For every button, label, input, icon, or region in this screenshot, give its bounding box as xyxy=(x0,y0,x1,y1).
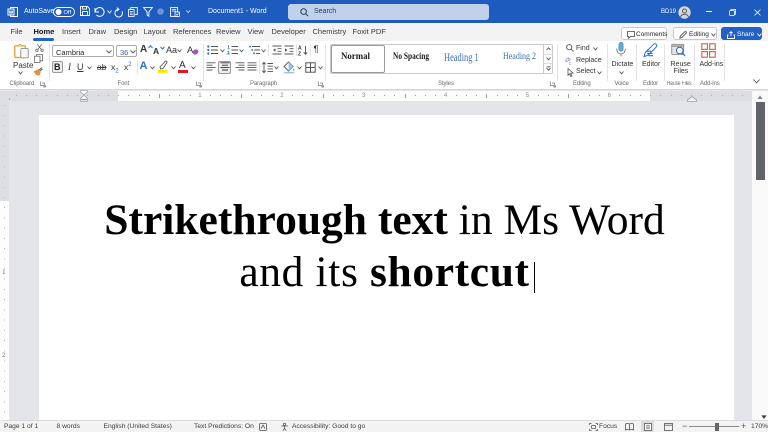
svg-text:Z: Z xyxy=(298,51,301,57)
svg-text:Off: Off xyxy=(64,10,72,16)
svg-text:c: c xyxy=(569,61,572,67)
